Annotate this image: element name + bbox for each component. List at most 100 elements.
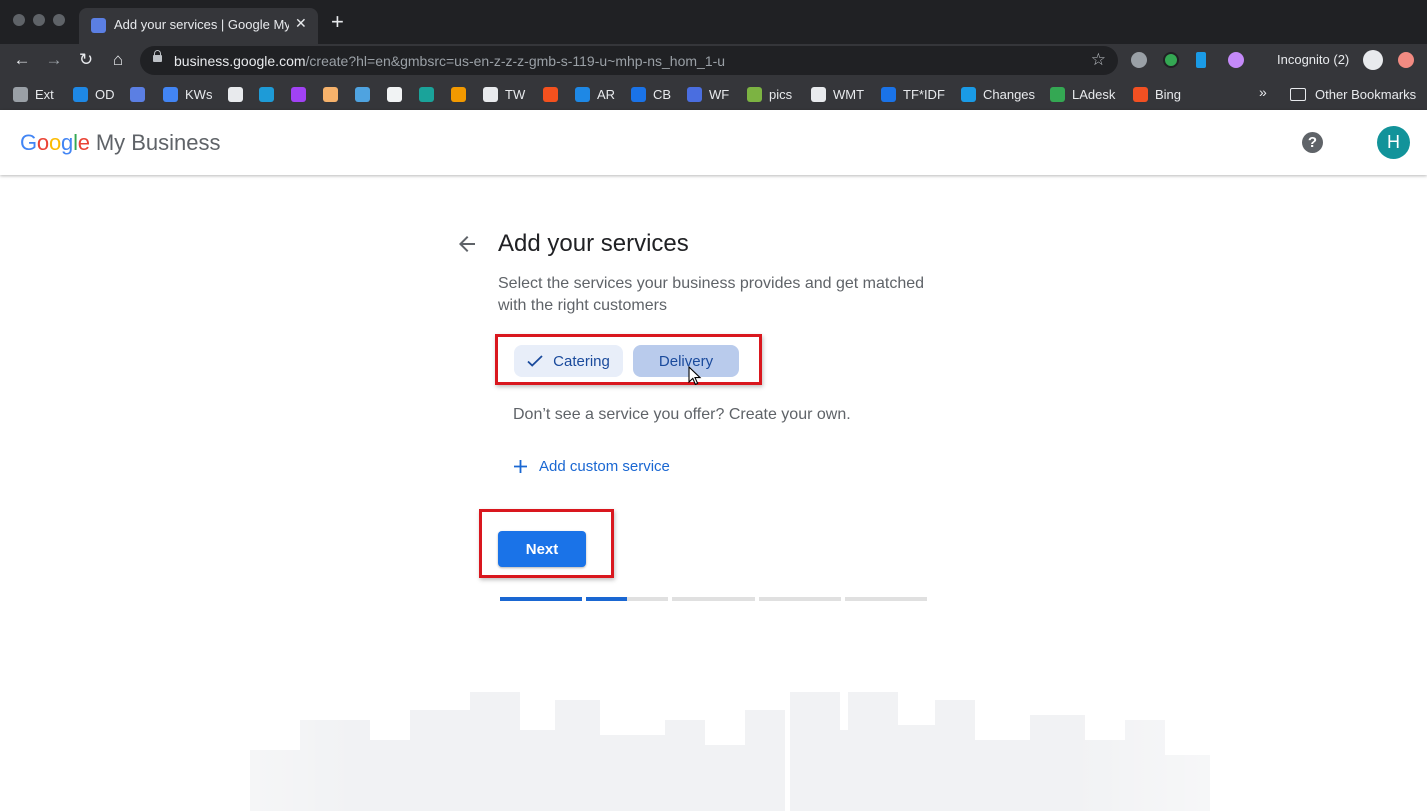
tab-title: Add your services | Google My Business bbox=[114, 17, 289, 32]
bookmark-favicon-icon bbox=[881, 86, 896, 102]
window-zoom-dot[interactable] bbox=[53, 14, 65, 26]
bookmark-favicon-icon bbox=[419, 86, 434, 102]
bookmark-favicon-icon bbox=[355, 86, 370, 102]
bookmark-favicon-icon bbox=[228, 86, 243, 102]
service-chip-catering[interactable]: Catering bbox=[514, 345, 623, 377]
bookmark-favicon-icon bbox=[961, 86, 976, 102]
extension-icon[interactable] bbox=[1131, 52, 1147, 68]
bookmark-favicon-icon bbox=[747, 86, 762, 102]
bookmarks-bar: Ext OD KWs TW AR CB WF pics WMT TF*IDF Changes LAde… bbox=[0, 77, 1427, 110]
google-my-business-logo[interactable]: Google My Business bbox=[20, 130, 221, 156]
new-tab-icon[interactable]: + bbox=[331, 11, 344, 33]
bookmark-favicon-icon bbox=[130, 86, 145, 102]
bookmark-label: pics bbox=[769, 86, 793, 102]
browser-toolbar: ← → ↻ ⌂ business.google.com/create?hl=en… bbox=[0, 44, 1427, 77]
bookmark-item[interactable]: AR bbox=[575, 85, 615, 103]
next-button[interactable]: Next bbox=[498, 531, 586, 567]
bookmark-label: OD bbox=[95, 86, 115, 102]
bookmark-item[interactable] bbox=[130, 85, 152, 103]
bookmark-item[interactable] bbox=[451, 85, 473, 103]
custom-service-prompt: Don’t see a service you offer? Create yo… bbox=[513, 406, 851, 423]
bookmark-favicon-icon bbox=[483, 86, 498, 102]
chip-label: Delivery bbox=[658, 352, 714, 370]
other-bookmarks-folder[interactable]: Other Bookmarks bbox=[1290, 85, 1416, 103]
address-bar[interactable]: business.google.com/create?hl=en&gmbsrc=… bbox=[140, 46, 1118, 75]
extension-icon[interactable] bbox=[1196, 52, 1206, 68]
bookmark-item[interactable]: WMT bbox=[811, 85, 864, 103]
bookmark-favicon-icon bbox=[323, 86, 338, 102]
bookmark-label: TF*IDF bbox=[903, 86, 945, 102]
bookmark-label: Ext bbox=[35, 86, 54, 102]
service-chip-delivery[interactable]: Delivery bbox=[633, 345, 739, 377]
check-icon bbox=[527, 355, 543, 367]
bookmark-item[interactable]: TW bbox=[483, 85, 525, 103]
extension-icon[interactable] bbox=[1228, 52, 1244, 68]
progress-segment bbox=[759, 597, 841, 601]
chip-label: Catering bbox=[553, 352, 610, 370]
browser-tab[interactable]: Add your services | Google My Business ✕ bbox=[79, 8, 318, 44]
bookmark-item[interactable]: LAdesk bbox=[1050, 85, 1115, 103]
bookmark-favicon-icon bbox=[575, 86, 590, 102]
bookmark-favicon-icon bbox=[259, 86, 274, 102]
progress-segment bbox=[586, 597, 668, 601]
url-text[interactable]: business.google.com/create?hl=en&gmbsrc=… bbox=[174, 53, 725, 69]
bookmark-item[interactable] bbox=[228, 85, 250, 103]
bookmark-label: CB bbox=[653, 86, 672, 102]
bookmarks-overflow-icon[interactable]: » bbox=[1259, 84, 1267, 100]
browser-menu-icon[interactable] bbox=[1398, 52, 1414, 68]
bookmark-item[interactable]: Bing bbox=[1133, 85, 1181, 103]
bookmark-favicon-icon bbox=[291, 86, 306, 102]
progress-segment bbox=[500, 597, 582, 601]
bookmark-item[interactable] bbox=[543, 85, 565, 103]
lock-icon bbox=[153, 50, 162, 62]
bookmark-star-icon[interactable]: ☆ bbox=[1091, 50, 1106, 70]
bookmark-label: AR bbox=[597, 86, 616, 102]
bookmark-item[interactable]: TF*IDF bbox=[881, 85, 945, 103]
app-header: Google My Business ? H bbox=[0, 110, 1427, 175]
bookmark-label: Bing bbox=[1155, 86, 1182, 102]
extension-icon[interactable] bbox=[1163, 52, 1179, 68]
back-nav-icon[interactable]: ← bbox=[11, 49, 33, 71]
window-minimize-dot[interactable] bbox=[33, 14, 45, 26]
browser-tab-bar: Add your services | Google My Business ✕… bbox=[0, 0, 1427, 44]
bookmark-item[interactable] bbox=[291, 85, 313, 103]
bookmark-item[interactable] bbox=[387, 85, 409, 103]
bookmark-item[interactable] bbox=[323, 85, 345, 103]
bookmark-item[interactable]: Ext bbox=[13, 85, 54, 103]
bookmark-favicon-icon bbox=[163, 86, 178, 102]
incognito-icon[interactable] bbox=[1363, 50, 1383, 70]
bookmark-favicon-icon bbox=[687, 86, 702, 102]
bookmark-favicon-icon bbox=[451, 86, 466, 102]
bookmark-item[interactable]: pics bbox=[747, 85, 792, 103]
bookmark-label: LAdesk bbox=[1072, 86, 1116, 102]
help-icon[interactable]: ? bbox=[1302, 132, 1323, 153]
progress-segment bbox=[672, 597, 755, 601]
bookmark-item[interactable] bbox=[355, 85, 377, 103]
bookmark-item[interactable] bbox=[259, 85, 281, 103]
tab-close-icon[interactable]: ✕ bbox=[295, 15, 307, 32]
incognito-label[interactable]: Incognito (2) bbox=[1277, 52, 1349, 67]
page-subtitle: Select the services your business provid… bbox=[498, 275, 925, 314]
bookmark-item[interactable]: Changes bbox=[961, 85, 1035, 103]
bookmark-item[interactable]: WF bbox=[687, 85, 729, 103]
bookmark-item[interactable] bbox=[419, 85, 441, 103]
mouse-cursor-icon bbox=[688, 366, 702, 386]
city-skyline-illustration bbox=[0, 680, 1427, 811]
bookmark-label: TW bbox=[505, 86, 526, 102]
page-title: Add your services bbox=[498, 230, 689, 257]
home-icon[interactable]: ⌂ bbox=[107, 49, 129, 71]
bookmark-item[interactable]: CB bbox=[631, 85, 671, 103]
window-close-dot[interactable] bbox=[13, 14, 25, 26]
bookmark-item[interactable]: KWs bbox=[163, 85, 212, 103]
bookmark-favicon-icon bbox=[543, 86, 558, 102]
progress-segment bbox=[845, 597, 927, 601]
reload-icon[interactable]: ↻ bbox=[75, 49, 97, 71]
bookmark-item[interactable]: OD bbox=[73, 85, 115, 103]
back-arrow-icon[interactable] bbox=[455, 232, 479, 256]
bookmark-favicon-icon bbox=[811, 86, 826, 102]
progress-segment-fill bbox=[500, 597, 582, 601]
avatar[interactable]: H bbox=[1377, 126, 1410, 159]
add-custom-service-link[interactable]: Add custom service bbox=[514, 458, 670, 475]
bookmark-favicon-icon bbox=[73, 86, 88, 102]
forward-nav-icon[interactable]: → bbox=[43, 49, 65, 71]
